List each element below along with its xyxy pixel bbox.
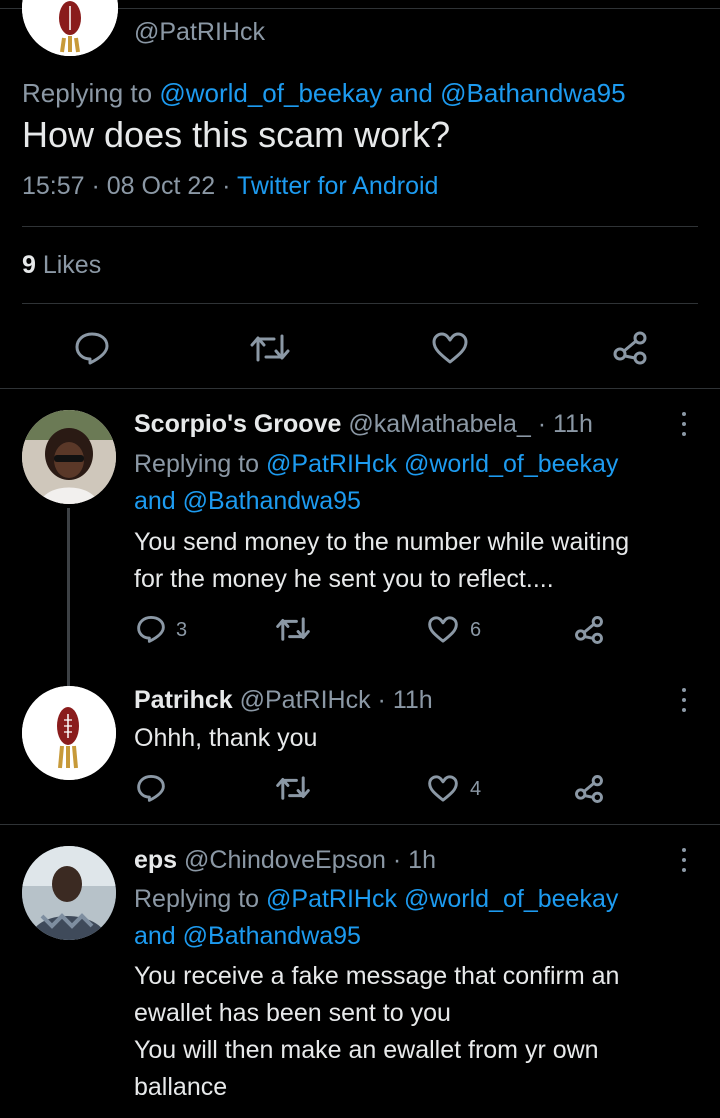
reply-header: Patrihck @PatRIHck · 11h — [134, 686, 433, 715]
likes-label: Likes — [35, 251, 102, 279]
display-name[interactable]: eps — [134, 846, 177, 874]
mention-link[interactable]: @Bathandwa95 — [183, 922, 361, 950]
reply-text: You receive a fake message that confirm … — [134, 958, 619, 1106]
separator: · — [215, 172, 237, 200]
like-count: 6 — [470, 619, 482, 641]
separator: · — [530, 410, 553, 438]
avatar[interactable] — [22, 0, 118, 56]
replying-prefix: Replying to — [22, 78, 160, 108]
text-line: You receive a fake message that confirm … — [134, 962, 620, 990]
more-icon[interactable] — [680, 688, 688, 712]
replying-prefix: Replying to — [134, 885, 267, 913]
tweet-age[interactable]: 11h — [553, 410, 593, 438]
user-photo-avatar — [22, 410, 116, 504]
share-icon[interactable] — [574, 774, 604, 804]
handle[interactable]: @PatRIHck — [240, 686, 371, 714]
like-icon[interactable] — [428, 775, 458, 802]
divider — [22, 226, 698, 227]
handle[interactable]: @ChindoveEpson — [184, 846, 386, 874]
mention-link[interactable]: @world_of_beekay — [404, 450, 618, 478]
reply-count: 3 — [176, 619, 188, 641]
more-icon[interactable] — [680, 412, 688, 436]
text-line: for the money he sent you to reflect.... — [134, 565, 554, 593]
replying-to: Replying to @PatRIHck @world_of_beekay a… — [134, 881, 618, 955]
reply-text: Ohhh, thank you — [134, 720, 317, 757]
separator: · — [84, 172, 107, 200]
likes-link[interactable]: 9 Likes — [22, 251, 101, 280]
share-icon[interactable] — [574, 615, 604, 645]
mention-link[interactable]: @Bathandwa95 — [440, 78, 625, 108]
tweet-source[interactable]: Twitter for Android — [237, 172, 438, 200]
user-photo-avatar — [22, 846, 116, 940]
tweet-date[interactable]: 08 Oct 22 — [107, 172, 215, 200]
text-line: You will then make an ewallet from yr ow… — [134, 1036, 599, 1064]
tweet-age[interactable]: 11h — [393, 686, 433, 714]
mention-link[interactable]: @world_of_beekay — [404, 885, 618, 913]
author-handle[interactable]: @PatRIHck — [134, 18, 265, 47]
tweet-text: How does this scam work? — [22, 114, 451, 155]
divider — [22, 303, 698, 304]
football-avatar-icon — [22, 686, 116, 780]
text-line: Ohhh, thank you — [134, 724, 318, 752]
like-icon[interactable] — [432, 332, 468, 364]
reply-header: Scorpio's Groove @kaMathabela_ · 11h — [134, 410, 593, 439]
tweet-age[interactable]: 1h — [408, 846, 436, 874]
display-name[interactable]: Scorpio's Groove — [134, 410, 341, 438]
more-icon[interactable] — [680, 848, 688, 872]
like-count: 4 — [470, 778, 482, 800]
text-line: You send money to the number while waiti… — [134, 528, 630, 556]
replying-prefix: Replying to — [134, 450, 267, 478]
mention-link[interactable]: @PatRIHck — [266, 450, 397, 478]
share-icon[interactable] — [612, 330, 648, 366]
like-icon[interactable] — [428, 616, 458, 643]
mention-link[interactable]: @Bathandwa95 — [183, 487, 361, 515]
handle[interactable]: @kaMathabela_ — [348, 410, 530, 438]
avatar[interactable] — [22, 846, 116, 940]
reply-header: eps @ChindoveEpson · 1h — [134, 846, 436, 875]
football-avatar-icon — [22, 0, 118, 56]
retweet-icon[interactable] — [250, 333, 290, 363]
likes-count: 9 — [22, 251, 36, 279]
reply-text: You send money to the number while waiti… — [134, 524, 629, 598]
display-name[interactable]: Patrihck — [134, 686, 233, 714]
thread-line — [67, 508, 70, 686]
avatar[interactable] — [22, 686, 116, 780]
tweet-time[interactable]: 15:57 — [22, 172, 85, 200]
avatar[interactable] — [22, 410, 116, 504]
retweet-icon[interactable] — [276, 616, 310, 642]
separator: · — [385, 846, 409, 874]
text-line: ewallet has been sent to you — [134, 999, 451, 1027]
divider — [0, 388, 720, 389]
replying-to: Replying to @world_of_beekay and @Bathan… — [22, 78, 626, 109]
replying-and: and — [134, 487, 183, 515]
replying-and: and — [382, 78, 441, 108]
mention-link[interactable]: @PatRIHck — [266, 885, 397, 913]
divider — [0, 824, 720, 825]
mention-link[interactable]: @world_of_beekay — [159, 78, 382, 108]
reply-icon[interactable] — [74, 331, 110, 365]
replying-and: and — [134, 922, 183, 950]
reply-icon[interactable] — [136, 615, 166, 643]
tweet-meta: 15:57 · 08 Oct 22 · Twitter for Android — [22, 172, 438, 201]
separator: · — [370, 686, 393, 714]
text-line: ballance — [134, 1073, 228, 1101]
retweet-icon[interactable] — [276, 775, 310, 801]
replying-to: Replying to @PatRIHck @world_of_beekay a… — [134, 446, 618, 520]
reply-icon[interactable] — [136, 774, 166, 802]
